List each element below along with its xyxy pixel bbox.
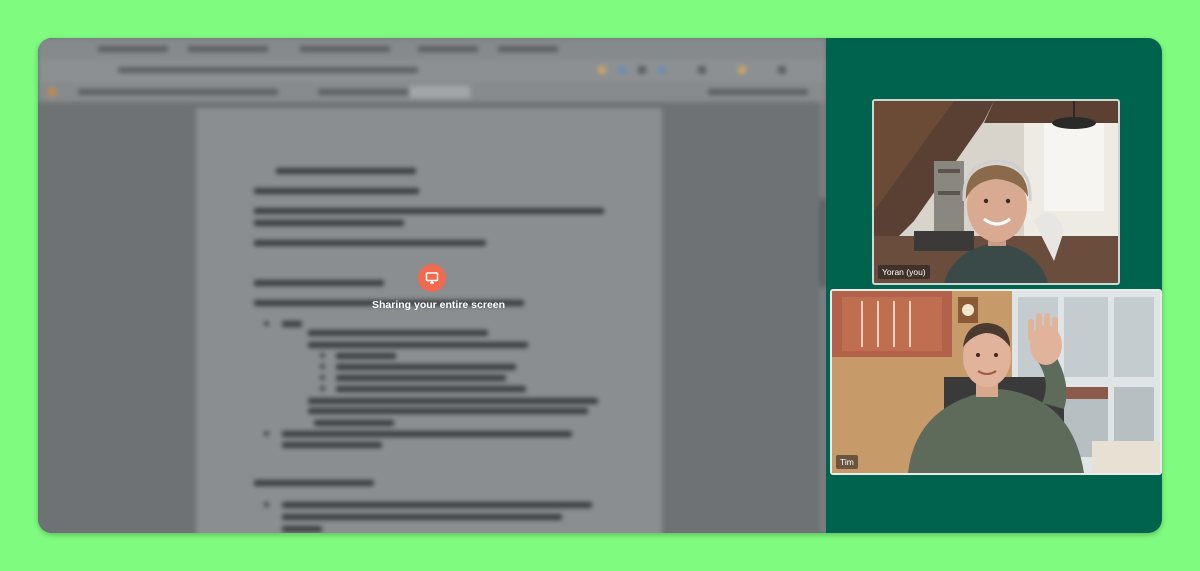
shared-screen: Sharing your entire screen bbox=[38, 38, 826, 533]
screen-share-icon[interactable] bbox=[418, 264, 446, 292]
meeting-window: Sharing your entire screen Yoran (you) T… bbox=[38, 38, 1162, 533]
participant-tile-self[interactable]: Yoran (you) bbox=[872, 99, 1120, 285]
participant-video-tim bbox=[832, 291, 1160, 473]
participant-video-yoran bbox=[874, 101, 1118, 283]
participant-name-tim: Tim bbox=[836, 455, 858, 469]
participant-name-yoran: Yoran (you) bbox=[878, 265, 930, 279]
screen-share-indicator: Sharing your entire screen bbox=[372, 264, 506, 311]
participant-tile-tim[interactable]: Tim bbox=[830, 289, 1162, 475]
sharing-status-text: Sharing your entire screen bbox=[372, 299, 506, 311]
